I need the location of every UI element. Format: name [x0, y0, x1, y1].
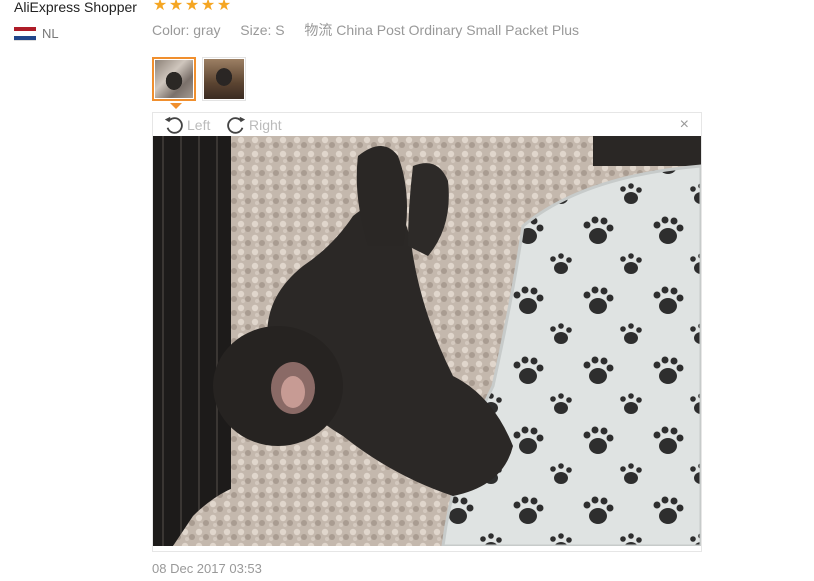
country-code: NL [42, 26, 59, 41]
dog-thumbnail-image [204, 59, 244, 99]
rotate-left-button[interactable]: Left [163, 114, 210, 136]
order-info: Color: gray Size: S 物流 China Post Ordina… [152, 20, 579, 40]
star-icon: ★ [184, 0, 200, 14]
review-photo-thumbnail-2[interactable] [202, 57, 246, 101]
review-timestamp: 08 Dec 2017 03:53 [152, 561, 262, 576]
review-photo [153, 136, 701, 546]
netherlands-flag-icon [14, 26, 36, 41]
review-photo-thumbnails [152, 57, 246, 101]
review-photo-thumbnail-1[interactable] [152, 57, 196, 101]
color-value: gray [193, 22, 221, 38]
rotate-left-label: Left [187, 117, 211, 133]
photo-viewer-toolbar: Left Right × [153, 113, 701, 136]
star-icon: ★ [168, 0, 184, 14]
photo-viewer: Left Right × [152, 112, 702, 552]
shopper-name: AliExpress Shopper [14, 0, 137, 15]
rotate-right-icon [227, 116, 246, 134]
size-value: S [275, 22, 285, 38]
rating-stars: ★ ★ ★ ★ ★ [152, 0, 232, 14]
star-icon: ★ [152, 0, 168, 14]
shipping-value: China Post Ordinary Small Packet Plus [336, 22, 580, 38]
close-icon[interactable]: × [680, 117, 689, 133]
shipping-label: 物流 [304, 22, 333, 38]
sleeping-dog-photo [153, 136, 701, 546]
rotate-left-icon [164, 116, 183, 134]
shopper-country: NL [14, 26, 59, 41]
star-icon: ★ [216, 0, 232, 14]
sleeping-dog-thumbnail-image [155, 60, 193, 98]
star-icon: ★ [200, 0, 216, 14]
color-label: Color: [152, 22, 190, 38]
active-thumbnail-caret-icon [170, 103, 182, 109]
rotate-right-button[interactable]: Right [225, 114, 282, 136]
size-label: Size: [240, 22, 272, 38]
rotate-right-label: Right [249, 117, 282, 133]
